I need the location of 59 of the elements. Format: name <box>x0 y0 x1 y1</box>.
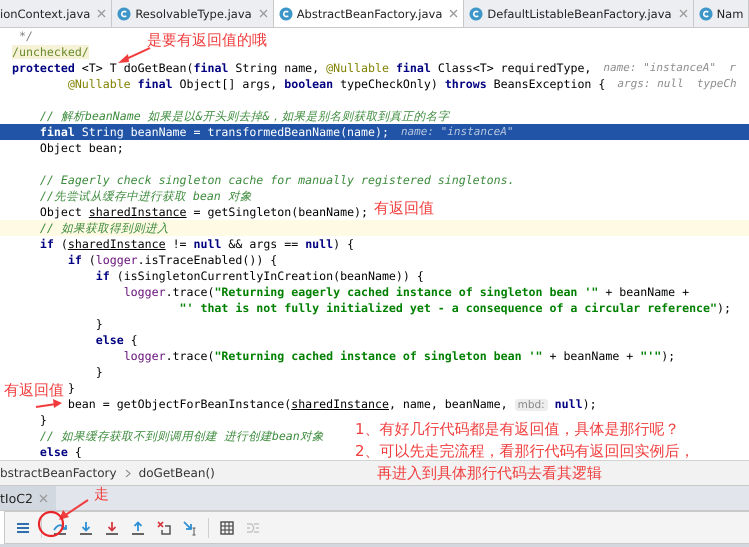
code-text: else { <box>96 332 138 348</box>
chevron-icon <box>124 468 131 478</box>
code-text: if (sharedInstance != null && args == null) { <box>40 236 354 252</box>
code-text: final String beanName = transformedBeanName(name); <box>40 124 389 140</box>
editor-tab[interactable]: ionContext.java <box>0 0 112 27</box>
step-out-icon[interactable] <box>130 520 146 536</box>
code-text: } <box>96 316 103 332</box>
code-text: Object bean; <box>40 140 124 156</box>
annotation-text: 是要有返回值的哦 <box>147 31 267 49</box>
code-text: "' that is not fully initialized yet - a consequence of a circular reference"); <box>180 300 731 316</box>
drop-frame-icon[interactable] <box>156 520 172 536</box>
code-text: if (isSingletonCurrentlyInCreation(beanName)) { <box>96 268 424 284</box>
inline-hint: name: "instanceA" <box>400 124 514 140</box>
code-text: /unchecked/ <box>12 44 89 60</box>
run-to-cursor-icon[interactable] <box>182 520 198 536</box>
breadcrumb-item[interactable]: doGetBean() <box>138 466 215 480</box>
code-text: } <box>96 364 103 380</box>
calculator-icon[interactable] <box>219 520 235 536</box>
editor-tab[interactable]: DefaultListableBeanFactory.java <box>464 0 694 27</box>
code-text: Object sharedInstance = getSingleton(beanName); <box>40 204 368 220</box>
code-text: @Nullable final Object[] args, boolean typeCheckOnly) throws BeansException { <box>68 76 606 92</box>
step-into-icon[interactable] <box>78 520 94 536</box>
code-text: else { <box>40 444 82 460</box>
arrow <box>59 499 89 520</box>
annotation-text: 2、可以先走完流程，看那行代码有返回回实例后， <box>355 442 695 460</box>
inline-hint: name: "instanceA" r <box>603 60 736 76</box>
class-icon <box>278 6 293 20</box>
annotation-text: 有返回值 <box>4 381 64 399</box>
code-text: //先尝试从缓存中进行获取 bean 对象 <box>40 188 252 204</box>
code-text: protected <T> T doGetBean(final String name, @Nullable final Class<T> requiredType, <box>12 60 592 76</box>
annotation-text: 1、有好几行代码都是有返回值，具体是那行呢？ <box>355 420 680 438</box>
force-step-into-icon[interactable] <box>104 520 120 536</box>
code-text: // Eagerly check singleton cache for manually registered singletons. <box>40 172 515 188</box>
arrow <box>118 47 150 63</box>
code-text: } <box>40 412 47 428</box>
code-text: } <box>68 380 75 396</box>
code-text: // 如果缓存获取不到则调用创建 进行创建bean对象 <box>40 428 324 444</box>
code-text: logger.trace("Returning eagerly cached instance of singleton bean '" + beanName + <box>124 284 690 300</box>
editor-tab[interactable]: Nam <box>694 0 749 27</box>
breadcrumb-item[interactable]: bstractBeanFactory <box>0 466 117 480</box>
code-text: // 如果获取得到则进入 <box>40 220 169 236</box>
class-icon <box>698 6 713 20</box>
inline-hint: args: null typeCh <box>617 76 737 92</box>
close-icon[interactable] <box>449 9 458 18</box>
class-icon <box>117 6 132 20</box>
debug-tab[interactable]: tIoC2 <box>0 486 56 510</box>
annotation-text: 走 <box>94 485 109 503</box>
code-text: if (logger.isTraceEnabled()) { <box>68 252 278 268</box>
editor-tab[interactable]: AbstractBeanFactory.java <box>274 0 464 27</box>
code-text: bean = getObjectForBeanInstance(sharedInstance, name, beanName, mbd: null); <box>68 396 597 412</box>
arrow <box>36 399 62 408</box>
code-text: // 解析beanName 如果是以&开头则去掉&，如果是别名则获取到真正的名字 <box>40 108 450 124</box>
highlight-circle <box>38 510 64 538</box>
code-text: */ <box>18 28 33 44</box>
class-icon <box>469 6 484 20</box>
editor-tab[interactable]: ResolvableType.java <box>112 0 274 27</box>
annotation-text: 再进入到具体那行代码去看其逻辑 <box>377 464 602 482</box>
annotation-text: 有返回值 <box>374 199 434 217</box>
code-text: logger.trace("Returning cached instance of singleton bean '" + beanName + "'"); <box>124 348 676 364</box>
